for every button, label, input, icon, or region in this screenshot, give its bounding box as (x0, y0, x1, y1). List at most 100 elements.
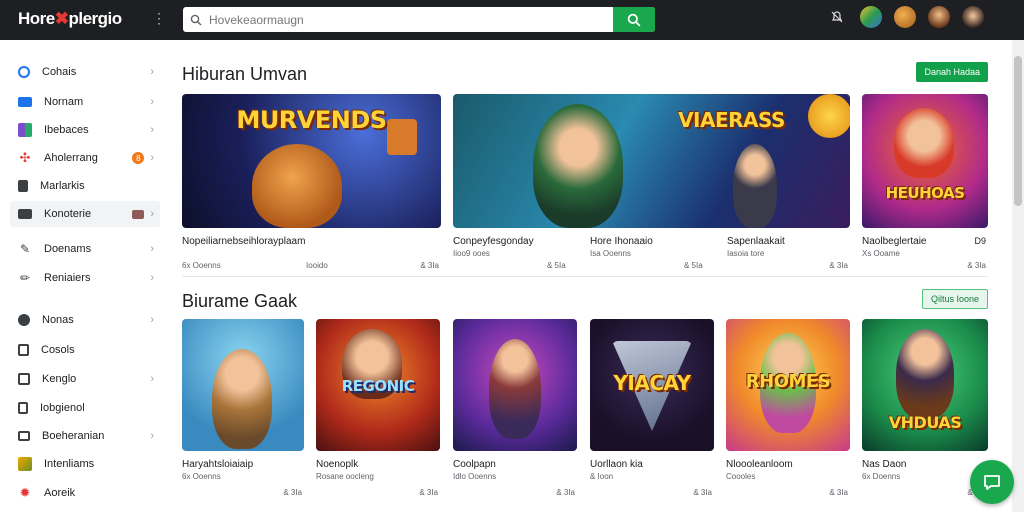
sidebar-item-label: Nornam (44, 96, 84, 108)
library-icon (18, 123, 32, 137)
grid-icon (18, 66, 30, 78)
chevron-right-icon: › (150, 243, 154, 255)
sidebar-item-aoreik[interactable]: ✹ Aoreik (10, 480, 160, 506)
no-notification-icon[interactable] (826, 6, 848, 28)
game-meta: Iooido (306, 261, 328, 270)
sidebar-item-intenliams[interactable]: Intenliams (10, 451, 160, 477)
game-thumbnail[interactable] (182, 319, 304, 451)
game-card[interactable]: MURVENDS Nopeiliarnebseihlorayplaam 6x O… (182, 94, 441, 284)
sidebar-item-label: Cohais (42, 66, 77, 78)
controller-icon (18, 209, 32, 219)
game-subtitle: & Ioon (590, 472, 614, 481)
game-title[interactable]: Sapenlaakait (727, 236, 785, 247)
sidebar-item-reniaiers[interactable]: ✏ Reniaiers › (10, 265, 160, 291)
game-thumbnail[interactable]: VHDUAS (862, 319, 988, 451)
game-card[interactable]: Haryahtsloiaiaip 6x Ooenns & 3Ia (182, 319, 304, 499)
app-icon[interactable] (860, 6, 882, 28)
sidebar-item-label: Boeheranian (42, 430, 105, 442)
character-icon[interactable] (894, 6, 916, 28)
game-subtitle: 6x Doenns (862, 472, 901, 481)
game-subtitle: Idlo Ooenns (453, 472, 497, 481)
sidebar-item-boeheranian[interactable]: Boeheranian › (10, 423, 160, 449)
sidebar-item-label: Aoreik (44, 487, 76, 499)
game-thumbnail[interactable]: RHOMES (726, 319, 850, 451)
sidebar-item-nornam[interactable]: Nornam › (10, 89, 160, 115)
game-card[interactable]: VIAERASS Conpeyfesgonday Iioo9 ooes & 5I… (453, 94, 850, 284)
scrollbar[interactable] (1012, 40, 1024, 512)
game-title[interactable]: Nloooleanloom (726, 459, 793, 470)
game-title[interactable]: Nas Daon (862, 459, 906, 470)
game-meta: & 5Ia (547, 261, 566, 270)
sidebar-item-aholerrang[interactable]: ✣ Aholerrang 8 › (10, 145, 160, 171)
sidebar-item-kenglo[interactable]: Kenglo › (10, 366, 160, 392)
game-subtitle: 6x Ooenns (182, 472, 221, 481)
game-title[interactable]: Conpeyfesgonday (453, 236, 534, 247)
section-action-button[interactable]: Danah Hadaa (916, 62, 988, 82)
pencil-icon: ✏ (19, 271, 31, 285)
game-meta: & 3Ia (829, 488, 848, 497)
menu-icon[interactable]: ⋮ (152, 10, 166, 27)
game-subtitle: Coooles (726, 472, 756, 481)
game-thumbnail[interactable] (453, 319, 577, 451)
section-divider (182, 276, 988, 277)
game-subtitle: Iasoia tore (727, 249, 765, 258)
chat-button[interactable] (970, 460, 1014, 504)
game-meta: & 3Ia (420, 261, 439, 270)
chevron-right-icon: › (150, 96, 154, 108)
game-thumbnail[interactable]: REGONIC (316, 319, 440, 451)
search-icon (627, 13, 641, 26)
calendar-icon (18, 344, 29, 356)
game-card[interactable]: HEUHOAS Naolbeglertaie D9 Xs Ooame & 3Ia (862, 94, 988, 284)
chevron-right-icon: › (150, 66, 154, 78)
sidebar-item-label: Nonas (42, 314, 74, 326)
game-card[interactable]: VHDUAS Nas Daon 6x Doenns & 3Ia (862, 319, 988, 499)
chevron-right-icon: › (150, 314, 154, 326)
scrollbar-thumb[interactable] (1014, 56, 1022, 206)
game-title[interactable]: Naolbeglertaie (862, 236, 927, 247)
chevron-right-icon: › (150, 208, 154, 220)
search-input[interactable] (209, 7, 613, 32)
sidebar-item-iobgienol[interactable]: Iobgienol (10, 395, 160, 421)
game-thumbnail[interactable]: HEUHOAS (862, 94, 988, 228)
game-art-title: RHOMES (745, 371, 831, 392)
sidebar-item-nonas[interactable]: Nonas › (10, 307, 160, 333)
avatar[interactable] (928, 6, 950, 28)
game-title[interactable]: Hore Ihonaaio (590, 236, 653, 247)
sidebar-item-cohais[interactable]: Cohais › (10, 59, 160, 85)
main-content: Hiburan Umvan Danah Hadaa MURVENDS Nopei… (166, 40, 1012, 512)
sidebar-item-cosols[interactable]: Cosols (10, 337, 160, 363)
section-action-button[interactable]: Qiltus Ioone (921, 289, 988, 309)
sidebar-item-konoterie[interactable]: Konoterie › (10, 201, 160, 227)
sidebar-item-label: Reniaiers (44, 272, 91, 284)
game-meta: & 5Ia (684, 261, 703, 270)
game-meta: & 3Ia (419, 488, 438, 497)
avatar[interactable] (962, 6, 984, 28)
sidebar-item-label: Intenliams (44, 458, 95, 470)
game-title[interactable]: Noenoplk (316, 459, 358, 470)
game-title[interactable]: Haryahtsloiaiaip (182, 459, 253, 470)
game-card[interactable]: REGONIC Noenoplk Rosane oocleng & 3Ia (316, 319, 440, 499)
game-art-title: VHDUAS (888, 413, 962, 432)
chevron-right-icon: › (150, 124, 154, 136)
game-thumbnail[interactable]: YIACAY (590, 319, 714, 451)
game-title[interactable]: Uorllaon kia (590, 459, 643, 470)
globe-icon (18, 314, 30, 326)
search-bar (183, 7, 655, 32)
sidebar-item-doenams[interactable]: ✎ Doenams › (10, 236, 160, 262)
game-title[interactable]: Coolpapn (453, 459, 496, 470)
game-card[interactable]: Coolpapn Idlo Ooenns & 3Ia (453, 319, 577, 499)
game-art-title: VIAERASS (678, 108, 785, 132)
game-thumbnail[interactable]: MURVENDS (182, 94, 441, 228)
game-card[interactable]: RHOMES Nloooleanloom Coooles & 3Ia (726, 319, 850, 499)
search-button[interactable] (613, 7, 655, 32)
app-logo[interactable]: Hore✖plergio (18, 9, 122, 29)
sidebar-item-marlarkis[interactable]: Marlarkis (10, 173, 160, 199)
sidebar-item-label: Doenams (44, 243, 92, 255)
game-thumbnail[interactable]: VIAERASS (453, 94, 850, 228)
game-subtitle: Isa Ooenns (590, 249, 631, 258)
search-icon (183, 7, 209, 32)
game-card[interactable]: YIACAY Uorllaon kia & Ioon & 3Ia (590, 319, 714, 499)
sidebar-item-ibebaces[interactable]: Ibebaces › (10, 117, 160, 143)
chevron-right-icon: › (150, 430, 154, 442)
game-title[interactable]: Nopeiliarnebseihlorayplaam (182, 236, 305, 247)
